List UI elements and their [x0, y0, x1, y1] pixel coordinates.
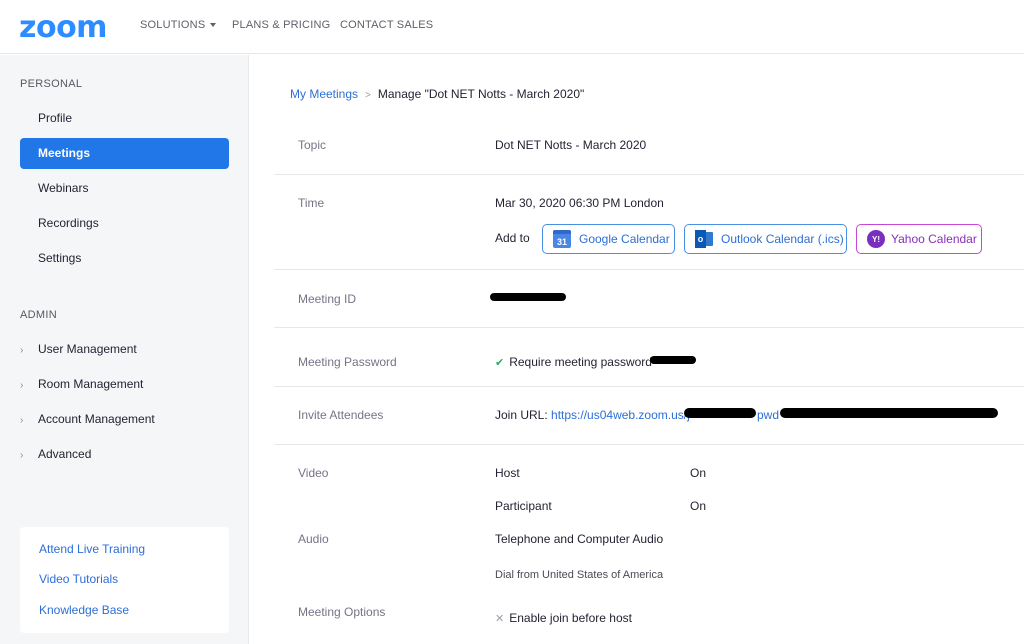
- redacted-meeting-id: [490, 293, 566, 301]
- join-url-label: Join URL:: [495, 408, 548, 422]
- sidebar-item-label: Room Management: [38, 377, 144, 391]
- option-join-before-host: ✕ Enable join before host: [495, 611, 632, 625]
- breadcrumb-separator: >: [365, 90, 371, 101]
- chevron-right-icon: ›: [20, 380, 24, 391]
- help-links-box: Attend Live Training Video Tutorials Kno…: [20, 527, 229, 633]
- check-icon: ✔: [495, 357, 505, 369]
- yahoo-calendar-label: Yahoo Calendar: [891, 232, 977, 246]
- participant-video-value: On: [690, 499, 707, 513]
- join-url-pwd[interactable]: pwd: [757, 408, 779, 422]
- google-calendar-day: 31: [556, 237, 567, 247]
- admin-section-label: ADMIN: [20, 309, 57, 321]
- dial-from-text: Dial from United States of America: [495, 569, 664, 581]
- caret-down-icon: [210, 23, 217, 28]
- close-icon: ✕: [495, 613, 505, 625]
- row-divider: [274, 269, 1024, 270]
- audio-value: Telephone and Computer Audio: [495, 532, 664, 546]
- meeting-password-label: Meeting Password: [298, 355, 397, 369]
- time-label: Time: [298, 196, 325, 210]
- option-join-before-host-text: Enable join before host: [509, 611, 632, 625]
- outlook-calendar-button[interactable]: o Outlook Calendar (.ics): [684, 224, 847, 254]
- google-calendar-icon: 31: [553, 230, 571, 248]
- nav-contact-sales[interactable]: CONTACT SALES: [340, 19, 433, 31]
- sidebar-item-label: User Management: [38, 342, 137, 356]
- add-to-label: Add to: [495, 231, 530, 245]
- sidebar-item-label: Advanced: [38, 447, 92, 461]
- zoom-logo[interactable]: zoom: [19, 10, 107, 45]
- topic-label: Topic: [298, 138, 327, 152]
- sidebar-item-webinars[interactable]: Webinars: [20, 173, 229, 204]
- redacted-url-password: [780, 408, 998, 418]
- yahoo-icon: Y!: [867, 230, 885, 248]
- sidebar-item-meetings[interactable]: Meetings: [20, 138, 229, 169]
- host-video-value: On: [690, 466, 707, 480]
- yahoo-calendar-button[interactable]: Y! Yahoo Calendar: [856, 224, 982, 254]
- sidebar-item-advanced[interactable]: › Advanced: [20, 447, 91, 461]
- top-bar: zoom SOLUTIONS PLANS & PRICING CONTACT S…: [0, 0, 1024, 54]
- sidebar: PERSONAL Profile Meetings Webinars Recor…: [0, 55, 249, 644]
- video-label: Video: [298, 466, 329, 480]
- redacted-url-part: [684, 408, 756, 418]
- nav-plans-pricing[interactable]: PLANS & PRICING: [232, 19, 330, 31]
- invite-attendees-label: Invite Attendees: [298, 408, 384, 422]
- breadcrumb: My Meetings > Manage "Dot NET Notts - Marc…: [290, 87, 584, 101]
- sidebar-item-user-management[interactable]: › User Management: [20, 342, 137, 356]
- sidebar-item-profile[interactable]: Profile: [20, 103, 229, 134]
- nav-solutions-label: SOLUTIONS: [140, 19, 206, 31]
- breadcrumb-my-meetings[interactable]: My Meetings: [290, 87, 358, 101]
- outlook-icon: o: [695, 230, 713, 248]
- participant-video-label: Participant: [495, 499, 552, 513]
- sidebar-item-recordings[interactable]: Recordings: [20, 208, 229, 239]
- time-value: Mar 30, 2020 06:30 PM London: [495, 196, 664, 210]
- chevron-right-icon: ›: [20, 415, 24, 426]
- sidebar-item-room-management[interactable]: › Room Management: [20, 377, 143, 391]
- chevron-right-icon: ›: [20, 345, 24, 356]
- row-divider: [274, 386, 1024, 387]
- join-url: Join URL: https://us04web.zoom.us/j: [495, 408, 690, 422]
- redacted-password: [650, 356, 696, 364]
- sidebar-item-settings[interactable]: Settings: [20, 243, 229, 274]
- topic-value: Dot NET Notts - March 2020: [495, 138, 647, 152]
- audio-label: Audio: [298, 532, 329, 546]
- google-calendar-button[interactable]: 31 Google Calendar: [542, 224, 675, 254]
- row-divider: [274, 327, 1024, 328]
- knowledge-base-link[interactable]: Knowledge Base: [39, 603, 129, 617]
- main-content: My Meetings > Manage "Dot NET Notts - Marc…: [250, 55, 1024, 644]
- require-password-status: ✔ Require meeting password: [495, 355, 652, 369]
- meeting-options-label: Meeting Options: [298, 605, 386, 619]
- sidebar-item-label: Account Management: [38, 412, 155, 426]
- personal-section-label: PERSONAL: [20, 78, 83, 90]
- breadcrumb-current: Manage "Dot NET Notts - March 2020": [377, 87, 585, 101]
- video-tutorials-link[interactable]: Video Tutorials: [39, 572, 118, 586]
- row-divider: [274, 174, 1024, 175]
- sidebar-item-account-management[interactable]: › Account Management: [20, 412, 155, 426]
- require-password-text: Require meeting password: [509, 355, 652, 369]
- join-url-link[interactable]: https://us04web.zoom.us/j: [551, 408, 690, 422]
- chevron-right-icon: ›: [20, 450, 24, 461]
- attend-live-training-link[interactable]: Attend Live Training: [39, 542, 145, 556]
- outlook-calendar-label: Outlook Calendar (.ics): [721, 232, 844, 246]
- host-video-label: Host: [495, 466, 520, 480]
- nav-solutions[interactable]: SOLUTIONS: [140, 19, 217, 31]
- google-calendar-label: Google Calendar: [579, 232, 670, 246]
- row-divider: [274, 444, 1024, 445]
- meeting-id-label: Meeting ID: [298, 292, 357, 306]
